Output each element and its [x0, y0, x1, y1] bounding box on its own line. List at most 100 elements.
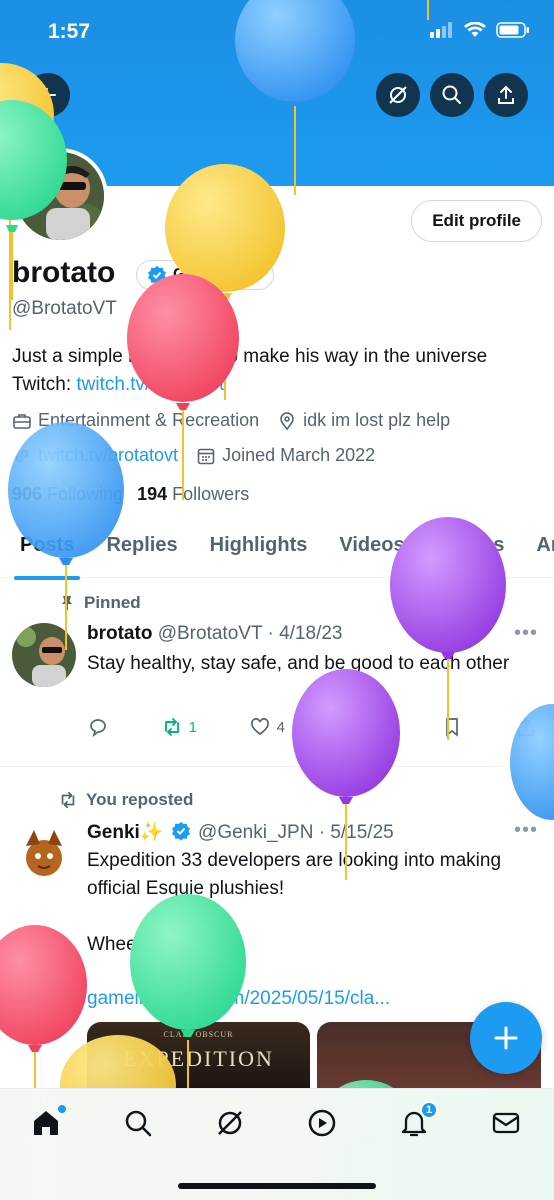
location-item: idk im lost plz help: [277, 410, 450, 431]
like-count: 4: [276, 718, 285, 736]
post-divider: [0, 766, 554, 767]
grok-icon: [389, 86, 407, 104]
following-link[interactable]: 906 Following: [12, 484, 123, 505]
compose-post-button[interactable]: [470, 1002, 542, 1074]
post-text: Stay healthy, stay safe, and be good to …: [87, 653, 510, 674]
bookmark-icon: [446, 718, 459, 737]
back-button[interactable]: [26, 73, 70, 117]
post-author-avatar[interactable]: [12, 623, 76, 687]
website-link[interactable]: twitch.tv/brotatovt: [38, 445, 178, 466]
nav-video[interactable]: [306, 1107, 338, 1139]
post-link[interactable]: gameinformer.com/2025/05/15/cla...: [87, 985, 527, 1013]
profile-tabs: Posts Replies Highlights Videos Photos A…: [0, 522, 554, 580]
home-icon: [34, 1111, 58, 1135]
media-subtitle: CLAIR OBSCUR: [163, 1030, 234, 1039]
bio-link[interactable]: twitch.tv/brotatovt: [76, 374, 224, 395]
profile-handle: @BrotatoVT: [12, 298, 117, 319]
nav-grok[interactable]: [214, 1107, 246, 1139]
status-bar: 1:57: [0, 0, 554, 70]
post-handle-date: @BrotatoVT · 4/18/23: [157, 623, 343, 644]
pinned-context: Pinned: [58, 593, 141, 613]
calendar-icon: [197, 448, 215, 464]
search-icon: [442, 85, 461, 104]
post-author-name[interactable]: brotato: [87, 623, 152, 644]
bookmark-button[interactable]: [441, 716, 463, 738]
search-button[interactable]: [430, 73, 474, 117]
post-share-button[interactable]: [515, 716, 537, 738]
share-icon: [518, 717, 534, 736]
profile-meta-row-1: Entertainment & Recreation idk im lost p…: [12, 410, 450, 431]
following-count: 906: [12, 484, 43, 504]
profile-bio: Just a simple man trying to make his way…: [12, 343, 532, 399]
home-indicator: [178, 1183, 376, 1189]
category-label: Entertainment & Recreation: [38, 410, 260, 430]
location-label: idk im lost plz help: [303, 410, 451, 430]
post-header: Genki✨ @Genki_JPN · 5/15/25: [87, 820, 394, 844]
nav-notifications[interactable]: 1: [398, 1101, 438, 1139]
category-item: Entertainment & Recreation: [12, 410, 259, 431]
views-chart-icon: [340, 720, 355, 735]
genki-avatar[interactable]: [12, 822, 76, 886]
post-handle-date: @Genki_JPN · 5/15/25: [198, 822, 394, 843]
followers-link[interactable]: 194 Followers: [137, 484, 249, 505]
following-label: Following: [47, 484, 124, 504]
repost-context: You reposted: [58, 790, 193, 810]
tab-posts[interactable]: Posts: [13, 522, 81, 580]
post-header: brotato @BrotatoVT · 4/18/23: [87, 623, 342, 645]
post-more-button[interactable]: •••: [514, 622, 538, 645]
pinned-label: Pinned: [84, 593, 141, 612]
battery-icon: [496, 22, 529, 38]
post-author-name[interactable]: Genki: [87, 822, 140, 843]
views-count: 849: [364, 718, 390, 736]
like-button[interactable]: 4: [249, 716, 285, 738]
follow-stats: 906 Following 194 Followers: [12, 484, 249, 505]
grok-icon: [218, 1111, 242, 1135]
media-title: EXPEDITION: [123, 1046, 274, 1071]
reply-icon: [90, 719, 106, 738]
repost-count: 1: [188, 718, 197, 736]
briefcase-icon: [13, 413, 31, 429]
share-button[interactable]: [484, 73, 528, 117]
pin-icon: [62, 596, 72, 610]
plus-icon: [494, 1026, 518, 1050]
post-more-button[interactable]: •••: [514, 819, 538, 842]
post-media-image-1[interactable]: CLAIR OBSCUR EXPEDITION: [87, 1022, 310, 1092]
notification-badge: 1: [420, 1101, 438, 1119]
tab-art[interactable]: Art: [536, 522, 554, 577]
edit-profile-button[interactable]: Edit profile: [411, 200, 542, 242]
joined-item: Joined March 2022: [196, 445, 375, 466]
wifi-icon: [464, 22, 486, 37]
avatar-photo: [12, 623, 76, 687]
reply-button[interactable]: [87, 716, 109, 738]
post-text: Expedition 33 developers are looking int…: [87, 850, 502, 899]
nav-search[interactable]: [122, 1107, 154, 1139]
nav-home[interactable]: [30, 1105, 66, 1139]
tab-replies[interactable]: Replies: [106, 522, 177, 577]
post-actions: 1 4 849: [87, 716, 537, 738]
views-button[interactable]: 849: [337, 716, 390, 738]
genki-avatar-art: [12, 822, 76, 886]
tab-highlights[interactable]: Highlights: [210, 522, 308, 577]
repost-icon: [164, 718, 179, 736]
balloon: [0, 925, 87, 1090]
profile-avatar[interactable]: [12, 148, 108, 244]
avatar-photo: [16, 152, 104, 240]
grok-button[interactable]: [376, 73, 420, 117]
play-icon: [308, 1109, 336, 1137]
verified-badge-icon: [171, 822, 190, 841]
sparkle-emoji: ✨: [139, 822, 164, 843]
back-arrow-icon: [40, 88, 56, 102]
joined-label: Joined March 2022: [222, 445, 376, 465]
nav-messages[interactable]: [490, 1107, 522, 1139]
website-item[interactable]: twitch.tv/brotatovt: [12, 445, 178, 466]
repost-icon: [61, 791, 75, 809]
repost-button[interactable]: 1: [161, 716, 197, 738]
profile-name: brotato: [12, 256, 116, 289]
profile-meta-row-2: twitch.tv/brotatovt Joined March 2022: [12, 445, 375, 466]
get-verified-label: Get verified: [173, 266, 262, 283]
tab-videos[interactable]: Videos: [339, 522, 404, 577]
search-icon: [125, 1110, 152, 1137]
get-verified-button[interactable]: Get verified: [136, 260, 275, 290]
share-icon: [498, 85, 514, 104]
tab-photos[interactable]: Photos: [437, 522, 505, 577]
